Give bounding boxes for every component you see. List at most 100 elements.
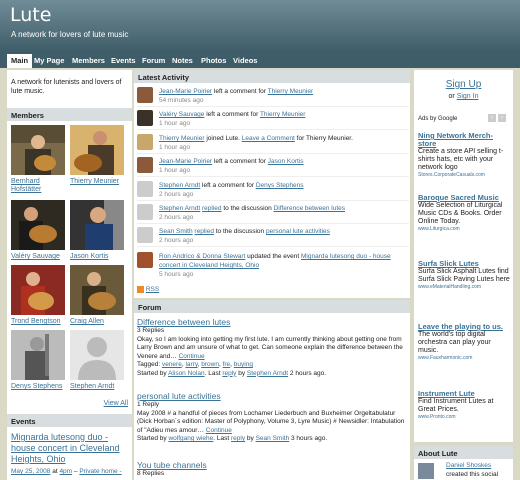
thread-author-link[interactable]: Alison Nolan (168, 370, 205, 377)
member-photo[interactable] (11, 330, 65, 380)
member-name[interactable]: Trond Bengtson (11, 318, 65, 326)
tab-main[interactable]: Main (7, 54, 33, 68)
thread-author-link[interactable]: wolfgang wiehe (168, 435, 213, 442)
user-avatar-icon[interactable] (137, 181, 153, 197)
ads-by-google[interactable]: Ads by Google (418, 116, 457, 122)
member-card[interactable]: Denys Stephens (11, 330, 65, 391)
tag-link[interactable]: buying (234, 361, 253, 368)
continue-link[interactable]: Continue (179, 353, 205, 360)
ad-unit[interactable]: Ning Network Merch-store Create a store … (418, 132, 510, 179)
signin-link[interactable]: Sign In (457, 93, 479, 100)
activity-target[interactable]: Leave a Comment (242, 135, 295, 142)
site-title[interactable]: Lute (10, 4, 51, 26)
member-card[interactable]: Valéry Sauvage (11, 200, 65, 261)
tab-forum[interactable]: Forum (138, 54, 169, 68)
ad-url[interactable]: www.Fauxharmonic.com (418, 355, 510, 361)
member-name[interactable]: Valéry Sauvage (11, 253, 65, 261)
ad-headline[interactable]: Instrument Lute (418, 390, 510, 398)
ad-unit[interactable]: Surfa Slick Lutes Surfa Slick Asphalt Lu… (418, 260, 510, 291)
member-card[interactable]: Thierry Meunier (70, 125, 124, 186)
thread-title-link[interactable]: personal lute activities (137, 391, 407, 401)
user-avatar-icon[interactable] (137, 87, 153, 103)
chevron-right-icon[interactable]: › (498, 114, 506, 122)
tag-link[interactable]: venere (162, 361, 182, 368)
activity-reply-link[interactable]: replied (194, 228, 214, 235)
activity-actor[interactable]: Valéry Sauvage (159, 111, 204, 118)
member-card[interactable]: Stephen Arndt (70, 330, 124, 391)
activity-target[interactable]: Denys Stephens (256, 182, 304, 189)
member-photo[interactable] (11, 125, 65, 175)
user-avatar-icon[interactable] (137, 110, 153, 126)
last-reply-author-link[interactable]: Stephen Arndt (247, 370, 288, 377)
event-time-link[interactable]: 4pm (59, 468, 72, 475)
member-card[interactable]: Craig Allen (70, 265, 124, 326)
member-card[interactable]: Jason Kortis (70, 200, 124, 261)
ad-headline[interactable]: Baroque Sacred Music (418, 194, 510, 202)
activity-target[interactable]: Thierry Meunier (268, 88, 314, 95)
tab-photos[interactable]: Photos (197, 54, 230, 68)
rss-label[interactable]: RSS (146, 286, 159, 293)
user-avatar-icon[interactable] (137, 157, 153, 173)
last-reply-link[interactable]: reply (231, 435, 245, 442)
view-all-members-link[interactable]: View All (104, 400, 128, 407)
activity-target[interactable]: personal lute activities (266, 228, 330, 235)
activity-actor[interactable]: Jean-Marie Poirier (159, 88, 212, 95)
member-photo[interactable] (70, 265, 124, 315)
tab-events[interactable]: Events (107, 54, 140, 68)
activity-target[interactable]: Difference between lutes (274, 205, 345, 212)
thread-title-link[interactable]: You tube channels (137, 460, 407, 470)
creator-avatar[interactable] (418, 463, 434, 479)
member-photo[interactable] (11, 265, 65, 315)
chevron-left-icon[interactable]: ‹ (488, 114, 496, 122)
activity-target[interactable]: Jason Kortis (268, 158, 304, 165)
member-card[interactable]: Trond Bengtson (11, 265, 65, 326)
member-name[interactable]: Bernhard Hofstätter (11, 178, 65, 194)
ad-url[interactable]: www.Pronto.com (418, 414, 510, 420)
thread-title-link[interactable]: Difference between lutes (137, 317, 407, 327)
tag-link[interactable]: brown (201, 361, 219, 368)
tag-link[interactable]: larry (185, 361, 197, 368)
avatar-placeholder-icon[interactable] (70, 330, 124, 380)
ad-headline[interactable]: Ning Network Merch-store (418, 132, 510, 148)
last-reply-link[interactable]: reply (222, 370, 236, 377)
tab-members[interactable]: Members (68, 54, 109, 68)
event-date-link[interactable]: May 25, 2008 (11, 468, 50, 475)
member-name[interactable]: Jason Kortis (70, 253, 124, 261)
rss-link[interactable]: RSS (137, 286, 159, 293)
member-photo[interactable] (70, 200, 124, 250)
last-reply-author-link[interactable]: Sean Smith (256, 435, 290, 442)
activity-actor[interactable]: Stephen Arndt (159, 182, 200, 189)
member-photo[interactable] (70, 125, 124, 175)
ad-url[interactable]: Stores.CorporateCasuals.com (418, 172, 510, 178)
member-photo[interactable] (11, 200, 65, 250)
ad-unit[interactable]: Instrument Lute Find Instrument Lutes at… (418, 390, 510, 421)
event-location-link[interactable]: Private home - (79, 468, 121, 475)
tag-link[interactable]: fre (223, 361, 231, 368)
ad-unit[interactable]: Baroque Sacred Music Wide Selection of L… (418, 194, 510, 233)
ad-url[interactable]: www.eMaterialHandling.com (418, 284, 510, 290)
activity-actor[interactable]: Sean Smith (159, 228, 193, 235)
signup-link[interactable]: Sign Up (414, 79, 513, 90)
ad-headline[interactable]: Leave the playing to us. (418, 323, 510, 331)
ad-unit[interactable]: Leave the playing to us. The world's top… (418, 323, 510, 362)
user-avatar-icon[interactable] (137, 134, 153, 150)
ad-headline[interactable]: Surfa Slick Lutes (418, 260, 510, 268)
activity-reply-link[interactable]: replied (202, 205, 222, 212)
event-icon[interactable] (137, 252, 153, 268)
tab-notes[interactable]: Notes (168, 54, 197, 68)
user-avatar-icon[interactable] (137, 204, 153, 220)
creator-name-link[interactable]: Daniel Shoskes (446, 462, 491, 469)
member-name[interactable]: Craig Allen (70, 318, 124, 326)
activity-target[interactable]: Thierry Meunier (260, 111, 306, 118)
tab-my-page[interactable]: My Page (30, 54, 68, 68)
member-name[interactable]: Stephen Arndt (70, 383, 124, 391)
member-name[interactable]: Thierry Meunier (70, 178, 124, 186)
member-name[interactable]: Denys Stephens (11, 383, 65, 391)
activity-actor[interactable]: Jean-Marie Poirier (159, 158, 212, 165)
member-card[interactable]: Bernhard Hofstätter (11, 125, 65, 194)
event-title-link[interactable]: Mignarda lutesong duo - house concert in… (11, 432, 129, 465)
user-avatar-icon[interactable] (137, 227, 153, 243)
continue-link[interactable]: Continue (206, 427, 232, 434)
tab-videos[interactable]: Videos (229, 54, 261, 68)
activity-actor[interactable]: Ron Andrico & Donna Stewart (159, 253, 245, 260)
